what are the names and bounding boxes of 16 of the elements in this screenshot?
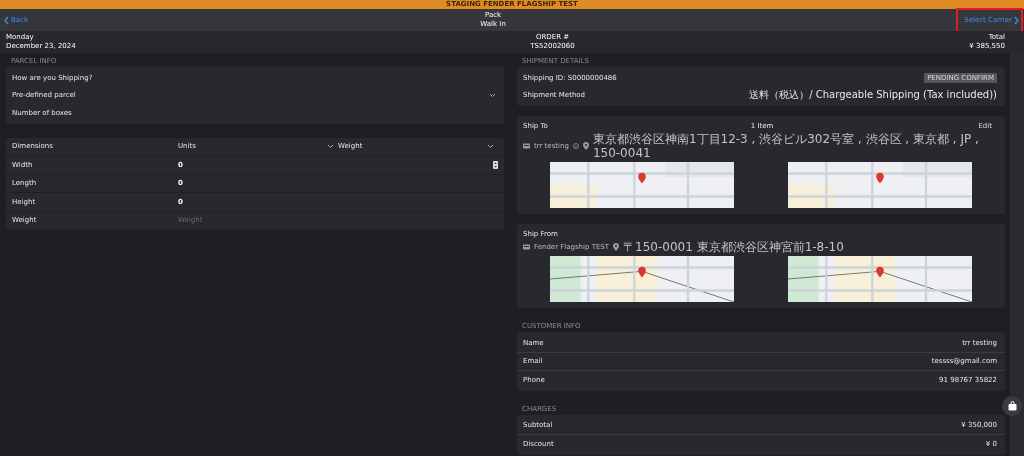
chevron-down-icon <box>327 143 334 149</box>
chevron-left-icon <box>4 15 9 25</box>
shopping-bag-icon <box>1007 401 1017 411</box>
chevron-down-icon <box>489 92 496 98</box>
info-icon <box>572 143 579 149</box>
id-card-icon <box>523 143 530 149</box>
location-pin-icon <box>613 243 620 251</box>
chevron-down-icon <box>487 143 494 149</box>
address-text: 〒150-0001 東京都渋谷区神宮前1-8-10 <box>623 240 845 254</box>
spinner-arrows-icon <box>493 160 498 169</box>
id-card-icon <box>523 244 530 250</box>
address-text: 東京都渋谷区神南1丁目12-3 , 渋谷ビル302号室 , 渋谷区 , 東京都 , JP , 150-0041 <box>592 132 980 160</box>
bag-button[interactable] <box>1002 396 1022 416</box>
shipment-method: 送料（税込）/ Chargeable Shipping (Tax included)) <box>749 88 997 103</box>
location-pin-icon <box>582 142 589 150</box>
chevron-right-icon <box>1014 15 1019 25</box>
